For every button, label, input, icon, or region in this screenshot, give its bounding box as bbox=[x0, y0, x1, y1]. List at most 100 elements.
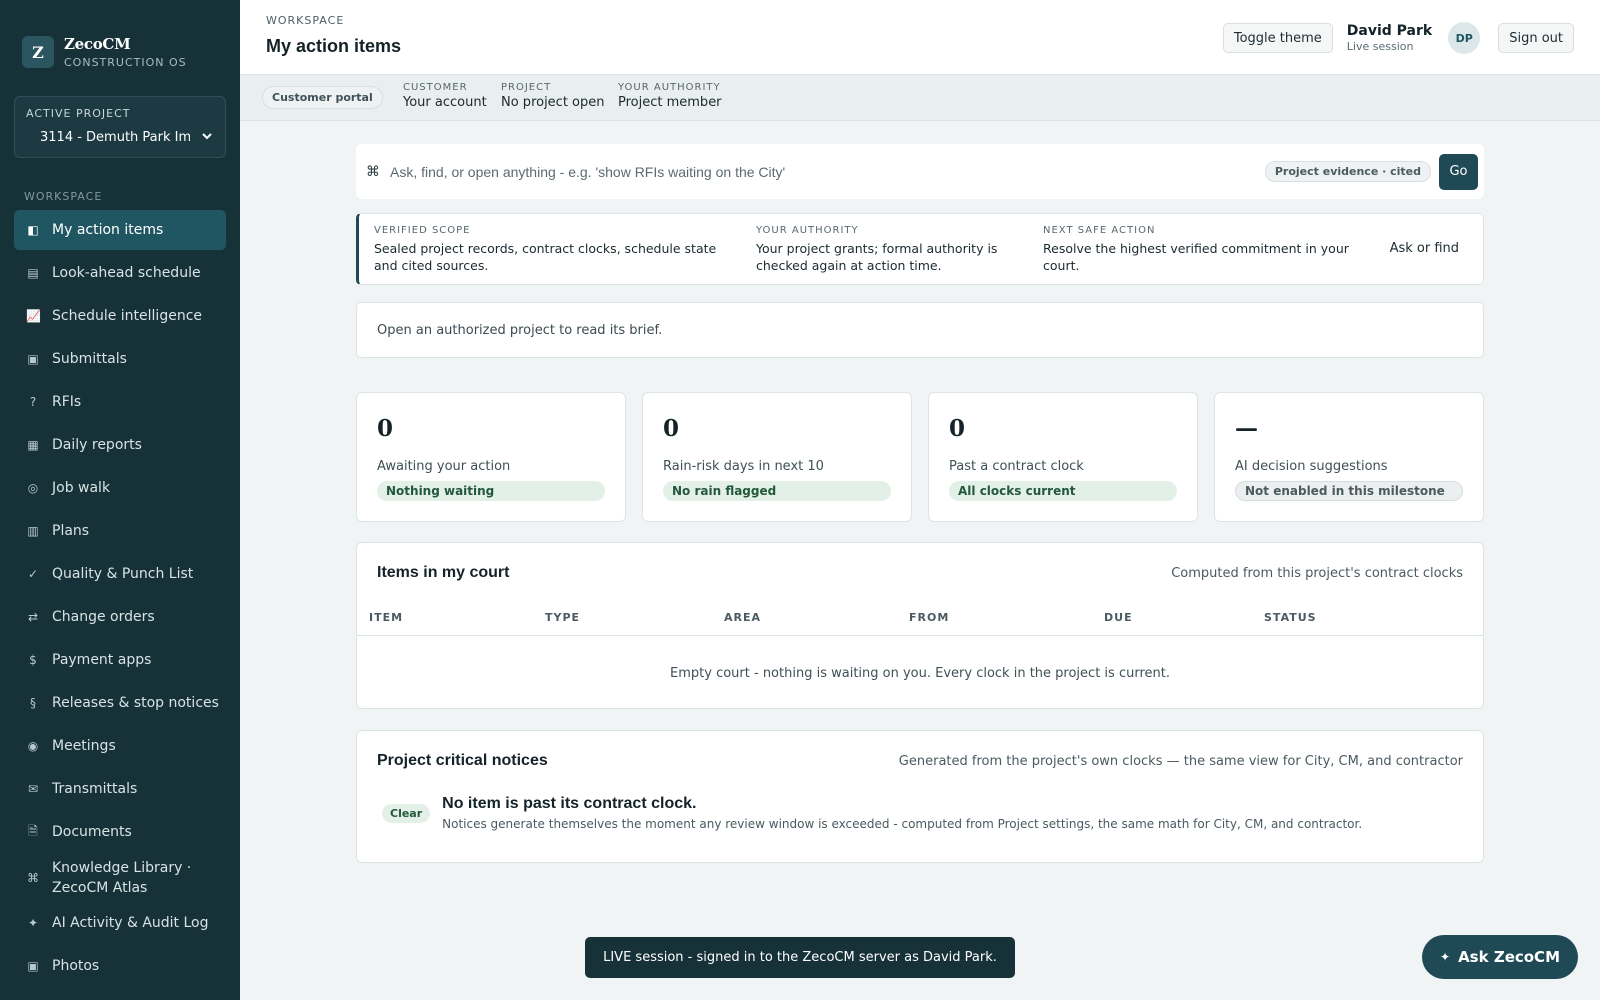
sign-out-button[interactable]: Sign out bbox=[1498, 23, 1574, 53]
column-header-area[interactable]: AREA bbox=[724, 611, 761, 624]
context-authority-value: Project member bbox=[618, 95, 722, 110]
stat-card-ai-suggestions[interactable]: — AI decision suggestions Not enabled in… bbox=[1214, 392, 1484, 522]
empty-state-message: Empty court - nothing is waiting on you.… bbox=[670, 666, 1170, 681]
notice-item: Clear No item is past its contract clock… bbox=[382, 795, 1362, 831]
brand-logo: Z bbox=[22, 36, 54, 68]
sidebar-item-my-action-items[interactable]: ◧ My action items bbox=[14, 210, 226, 250]
sidebar-item-ai-activity-audit-log[interactable]: ✦ AI Activity & Audit Log bbox=[14, 903, 226, 943]
envelope-icon: ✉ bbox=[27, 782, 39, 796]
target-icon: ◎ bbox=[27, 481, 39, 495]
sidebar-item-label: Daily reports bbox=[52, 437, 142, 453]
photos-icon: ▣ bbox=[27, 959, 39, 973]
column-header-type[interactable]: TYPE bbox=[545, 611, 580, 624]
page-title: My action items bbox=[266, 36, 402, 56]
notices-title: Project critical notices bbox=[377, 752, 548, 769]
stat-card-past-contract-clock[interactable]: 0 Past a contract clock All clocks curre… bbox=[928, 392, 1198, 522]
sidebar-item-transmittals[interactable]: ✉ Transmittals bbox=[14, 769, 226, 809]
breadcrumb: WORKSPACE bbox=[266, 14, 345, 27]
court-title: Items in my court bbox=[377, 564, 510, 581]
avatar[interactable]: DP bbox=[1448, 22, 1481, 54]
context-customer: CUSTOMER Your account bbox=[403, 82, 487, 110]
context-authority-label: YOUR AUTHORITY bbox=[618, 82, 721, 93]
action-items-icon: ◧ bbox=[27, 223, 39, 237]
command-search: ⌘ Project evidence · cited Go bbox=[356, 144, 1484, 199]
session-toast: LIVE session - signed in to the ZecoCM s… bbox=[585, 937, 1015, 978]
column-header-item[interactable]: ITEM bbox=[369, 611, 403, 624]
stat-cards: 0 Awaiting your action Nothing waiting 0… bbox=[356, 392, 1484, 522]
sidebar-item-label: AI Activity & Audit Log bbox=[52, 915, 209, 931]
context-bar: Customer portal CUSTOMER Your account PR… bbox=[240, 75, 1600, 121]
customer-portal-chip[interactable]: Customer portal bbox=[262, 86, 383, 109]
plans-icon: ▥ bbox=[27, 524, 39, 538]
sidebar-item-look-ahead-schedule[interactable]: ▤ Look-ahead schedule bbox=[14, 253, 226, 293]
section-icon: § bbox=[30, 696, 36, 710]
context-authority: YOUR AUTHORITY Project member bbox=[618, 82, 722, 110]
notice-body: Notices generate themselves the moment a… bbox=[442, 817, 1363, 831]
column-header-from[interactable]: FROM bbox=[909, 611, 949, 624]
status-badge: Nothing waiting bbox=[377, 481, 605, 501]
next-safe-action-value: Resolve the highest verified commitment … bbox=[1043, 241, 1349, 273]
sidebar-item-plans[interactable]: ▥ Plans bbox=[14, 511, 226, 551]
ask-or-find-link[interactable]: Ask or find bbox=[1390, 241, 1459, 256]
ask-zecocm-button[interactable]: ✦ Ask ZecoCM bbox=[1422, 935, 1578, 979]
question-icon: ? bbox=[29, 395, 37, 409]
scope-authority-label: YOUR AUTHORITY bbox=[756, 225, 859, 236]
chevron-down-icon bbox=[201, 130, 213, 145]
sidebar-item-releases-stop-notices[interactable]: § Releases & stop notices bbox=[14, 683, 226, 723]
command-icon: ⌘ bbox=[366, 163, 380, 180]
nav-heading: WORKSPACE bbox=[24, 190, 103, 203]
sidebar-item-label: Payment apps bbox=[52, 652, 152, 668]
sidebar-item-rfis[interactable]: ? RFIs bbox=[14, 382, 226, 422]
brand-subtitle: CONSTRUCTION OS bbox=[64, 56, 187, 69]
sidebar-item-label: Knowledge Library · ZecoCM Atlas bbox=[52, 860, 192, 896]
next-safe-action-label: NEXT SAFE ACTION bbox=[1043, 225, 1156, 236]
sidebar-item-label: Releases & stop notices bbox=[52, 695, 219, 711]
active-project-select[interactable]: 3114 - Demuth Park Improvements bbox=[25, 130, 215, 145]
notices-note: Generated from the project's own clocks … bbox=[898, 754, 1463, 769]
ask-zecocm-label: Ask ZecoCM bbox=[1458, 948, 1560, 966]
sidebar-item-label: Documents bbox=[52, 824, 132, 840]
sidebar: Z ZecoCM CONSTRUCTION OS ACTIVE PROJECT … bbox=[0, 0, 240, 1000]
sidebar-item-label: Look-ahead schedule bbox=[52, 265, 201, 281]
context-customer-value: Your account bbox=[403, 95, 487, 110]
search-input[interactable] bbox=[390, 163, 1265, 180]
column-header-status[interactable]: STATUS bbox=[1264, 611, 1317, 624]
sidebar-item-quality-punch-list[interactable]: ✓ Quality & Punch List bbox=[14, 554, 226, 594]
swap-icon: ⇄ bbox=[27, 610, 39, 624]
sidebar-item-schedule-intelligence[interactable]: 📈 Schedule intelligence bbox=[14, 296, 226, 336]
sidebar-item-meetings[interactable]: ◉ Meetings bbox=[14, 726, 226, 766]
user-name: David Park bbox=[1346, 23, 1433, 39]
toggle-theme-button[interactable]: Toggle theme bbox=[1222, 23, 1333, 53]
verified-scope-value: Sealed project records, contract clocks,… bbox=[374, 241, 717, 273]
context-customer-label: CUSTOMER bbox=[403, 82, 468, 93]
go-button[interactable]: Go bbox=[1439, 153, 1478, 190]
stat-label: Awaiting your action bbox=[377, 459, 511, 474]
stat-card-awaiting-action[interactable]: 0 Awaiting your action Nothing waiting bbox=[356, 392, 626, 522]
main-content: ⌘ Project evidence · cited Go VERIFIED S… bbox=[356, 144, 1484, 863]
sidebar-item-submittals[interactable]: ▣ Submittals bbox=[14, 339, 226, 379]
stat-card-rain-risk[interactable]: 0 Rain-risk days in next 10 No rain flag… bbox=[642, 392, 912, 522]
user-session-status: Live session bbox=[1346, 40, 1414, 53]
dollar-icon: $ bbox=[29, 653, 37, 667]
column-header-due[interactable]: DUE bbox=[1104, 611, 1133, 624]
sidebar-item-label: Schedule intelligence bbox=[52, 308, 203, 324]
sidebar-item-label: RFIs bbox=[52, 394, 82, 410]
sidebar-nav: ◧ My action items ▤ Look-ahead schedule … bbox=[0, 210, 240, 986]
stat-value: 0 bbox=[949, 415, 966, 442]
table-header: ITEM TYPE AREA FROM DUE STATUS bbox=[357, 611, 1483, 636]
notice-title: No item is past its contract clock. bbox=[442, 795, 697, 812]
stat-label: Rain-risk days in next 10 bbox=[663, 459, 824, 474]
sidebar-item-label: Job walk bbox=[52, 480, 111, 496]
sidebar-item-photos[interactable]: ▣ Photos bbox=[14, 946, 226, 986]
sidebar-item-change-orders[interactable]: ⇄ Change orders bbox=[14, 597, 226, 637]
sidebar-item-daily-reports[interactable]: ▦ Daily reports bbox=[14, 425, 226, 465]
top-bar: WORKSPACE My action items Toggle theme D… bbox=[240, 0, 1600, 75]
sidebar-item-knowledge-library[interactable]: ⌘ Knowledge Library · ZecoCM Atlas bbox=[14, 855, 226, 901]
sparkle-icon: ✦ bbox=[27, 916, 39, 930]
scope-banner: VERIFIED SCOPE Sealed project records, c… bbox=[356, 213, 1484, 285]
sidebar-item-payment-apps[interactable]: $ Payment apps bbox=[14, 640, 226, 680]
project-brief: Open an authorized project to read its b… bbox=[356, 302, 1484, 358]
sidebar-item-documents[interactable]: 🗎 Documents bbox=[14, 812, 226, 852]
sidebar-item-job-walk[interactable]: ◎ Job walk bbox=[14, 468, 226, 508]
brand[interactable]: Z ZecoCM CONSTRUCTION OS bbox=[0, 0, 240, 78]
